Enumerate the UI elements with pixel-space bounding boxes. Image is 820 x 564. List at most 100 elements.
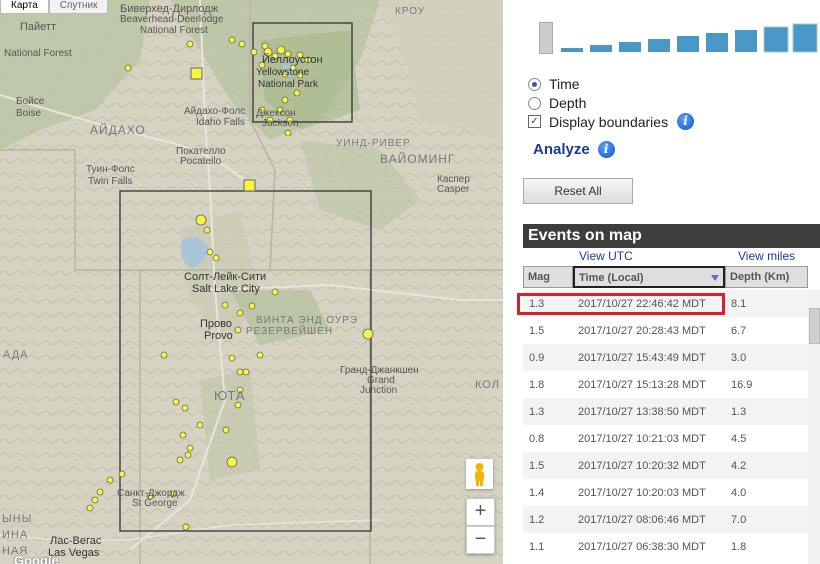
slider-handle[interactable]: [539, 22, 553, 54]
zoom-in-button[interactable]: +: [466, 498, 495, 526]
column-mag[interactable]: Mag: [523, 266, 573, 288]
earthquake-marker[interactable]: [226, 456, 238, 468]
event-mag: 1.2: [529, 513, 545, 526]
earthquake-marker[interactable]: [195, 214, 207, 226]
earthquake-marker[interactable]: [228, 354, 236, 362]
radio-depth[interactable]: [528, 96, 541, 110]
earthquake-marker[interactable]: [236, 309, 244, 317]
earthquake-marker[interactable]: [186, 444, 194, 452]
slider-step[interactable]: [735, 30, 757, 52]
earthquake-marker[interactable]: [362, 328, 374, 340]
event-time: 2017/10/27 10:21:03 MDT: [578, 432, 706, 445]
zoom-out-button[interactable]: −: [466, 526, 495, 554]
scrollbar-thumb[interactable]: [809, 308, 820, 344]
earthquake-marker[interactable]: [118, 470, 126, 478]
label-utah: ЮТА: [214, 388, 246, 403]
analyze-link[interactable]: Analyze i: [533, 141, 615, 158]
earthquake-marker[interactable]: [203, 226, 211, 234]
slider-step[interactable]: [648, 39, 670, 52]
label-beaverhead-en: Beaverhead-Deerlodge: [120, 14, 224, 25]
station-marker[interactable]: [243, 179, 256, 192]
view-utc-link[interactable]: View UTC: [579, 249, 633, 263]
radio-time[interactable]: [528, 77, 541, 91]
earthquake-marker[interactable]: [106, 476, 114, 484]
earthquake-marker[interactable]: [250, 48, 258, 56]
analyze-label[interactable]: Analyze: [533, 141, 590, 158]
earthquake-marker[interactable]: [281, 96, 289, 104]
radio-depth-label: Depth: [549, 95, 587, 111]
table-row[interactable]: 1.3 2017/10/27 13:38:50 MDT 1.3: [523, 398, 808, 425]
tab-satellite[interactable]: Спутник: [48, 0, 109, 14]
label-lasvegas: Лас-Вегас: [50, 535, 102, 547]
earthquake-marker[interactable]: [186, 40, 194, 48]
earthquake-marker[interactable]: [238, 40, 246, 48]
view-miles-link[interactable]: View miles: [738, 249, 795, 263]
earthquake-marker[interactable]: [222, 426, 230, 434]
earthquake-marker[interactable]: [206, 248, 214, 256]
table-row[interactable]: 0.9 2017/10/27 15:43:49 MDT 3.0: [523, 344, 808, 371]
slider-step[interactable]: [561, 48, 583, 52]
column-time[interactable]: Time (Local): [573, 266, 725, 288]
earthquake-marker[interactable]: [221, 301, 229, 309]
earthquake-marker[interactable]: [181, 404, 189, 412]
label-ina: ИНА: [2, 529, 28, 541]
radio-depth-row[interactable]: Depth: [528, 95, 586, 111]
earthquake-marker[interactable]: [261, 42, 269, 50]
column-depth[interactable]: Depth (Km): [725, 266, 808, 288]
event-depth: 16.9: [731, 378, 753, 391]
table-row[interactable]: 1.5 2017/10/27 20:28:43 MDT 6.7: [523, 317, 808, 344]
boundaries-checkbox[interactable]: ✓: [528, 115, 541, 128]
label-provo-en: Provo: [204, 330, 233, 342]
event-depth: 7.0: [731, 513, 747, 526]
slider-step[interactable]: [590, 45, 612, 52]
earthquake-marker[interactable]: [91, 496, 99, 504]
event-depth: 4.5: [731, 432, 747, 445]
earthquake-marker[interactable]: [293, 89, 301, 97]
earthquake-marker[interactable]: [176, 456, 184, 464]
earthquake-marker[interactable]: [228, 36, 236, 44]
earthquake-marker[interactable]: [248, 302, 256, 310]
slider-step[interactable]: [677, 36, 699, 52]
reset-all-button[interactable]: Reset All: [523, 178, 633, 204]
slider-step[interactable]: [792, 23, 818, 53]
earthquake-marker[interactable]: [276, 45, 286, 55]
earthquake-marker[interactable]: [96, 488, 104, 496]
event-depth: 3.0: [731, 351, 747, 364]
table-row[interactable]: 1.5 2017/10/27 10:20:32 MDT 4.2: [523, 452, 808, 479]
slider-step[interactable]: [763, 26, 789, 53]
table-row[interactable]: 1.1 2017/10/27 06:38:30 MDT 1.8: [523, 533, 808, 560]
earthquake-marker[interactable]: [234, 326, 242, 334]
radio-time-row[interactable]: Time: [528, 76, 580, 92]
table-row[interactable]: 1.8 2017/10/27 15:13:28 MDT 16.9: [523, 371, 808, 398]
table-scrollbar[interactable]: [808, 290, 820, 564]
table-row[interactable]: 1.4 2017/10/27 10:20:03 MDT 4.0: [523, 479, 808, 506]
earthquake-marker[interactable]: [284, 129, 292, 137]
map-canvas[interactable]: Биверхед-Дирлодж Beaverhead-Deerlodge Na…: [0, 0, 503, 564]
earthquake-marker[interactable]: [256, 351, 264, 359]
table-row[interactable]: 0.8 2017/10/27 10:21:03 MDT 4.5: [523, 425, 808, 452]
earthquake-marker[interactable]: [179, 431, 187, 439]
slider-step[interactable]: [706, 33, 728, 52]
info-icon[interactable]: i: [677, 113, 695, 130]
station-marker[interactable]: [190, 67, 203, 80]
earthquake-marker[interactable]: [236, 368, 244, 376]
tab-map[interactable]: Карта: [0, 0, 49, 14]
street-view-pegman[interactable]: [466, 459, 493, 489]
earthquake-marker[interactable]: [271, 288, 279, 296]
slider-step[interactable]: [619, 42, 641, 52]
event-mag: 1.4: [529, 486, 545, 499]
earthquake-marker[interactable]: [124, 64, 132, 72]
display-boundaries-row[interactable]: ✓ Display boundaries i: [528, 113, 695, 130]
earthquake-marker[interactable]: [242, 368, 250, 376]
table-row[interactable]: 1.2 2017/10/27 08:06:46 MDT 7.0: [523, 506, 808, 533]
earthquake-marker[interactable]: [196, 421, 204, 429]
earthquake-marker[interactable]: [86, 504, 94, 512]
earthquake-marker[interactable]: [184, 451, 192, 459]
earthquake-marker[interactable]: [172, 398, 180, 406]
analyze-info-icon[interactable]: i: [597, 141, 615, 158]
google-logo: Google: [14, 553, 59, 564]
earthquake-marker[interactable]: [160, 351, 168, 359]
map-view[interactable]: Биверхед-Дирлодж Beaverhead-Deerlodge Na…: [0, 0, 503, 564]
earthquake-marker[interactable]: [182, 523, 190, 531]
earthquake-marker[interactable]: [212, 254, 220, 262]
